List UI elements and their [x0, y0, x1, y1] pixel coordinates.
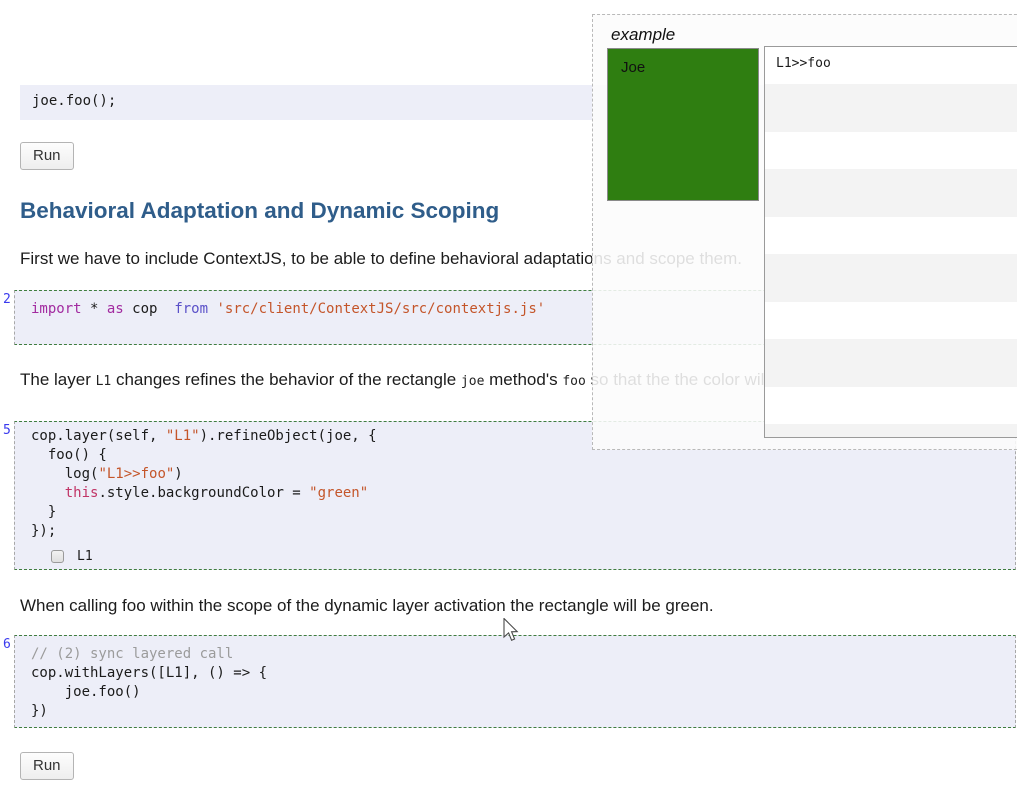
run-button-bottom[interactable]: Run [20, 752, 74, 780]
line-number: 6 [3, 637, 11, 652]
line-number: 5 [3, 423, 11, 438]
code-text[interactable]: // (2) sync layered call cop.withLayers(… [31, 645, 1015, 721]
line-number: 2 [3, 292, 11, 307]
layer-l1-label: L1 [77, 548, 93, 564]
example-window-title: example [611, 25, 676, 44]
run-button-top[interactable]: Run [20, 142, 74, 170]
example-window: example Joe L1>>foo [592, 14, 1017, 450]
mouse-cursor [503, 617, 521, 649]
layer-toggle-row: L1 [51, 547, 1015, 565]
layer-l1-checkbox[interactable] [51, 549, 64, 563]
joe-rectangle[interactable]: Joe [607, 48, 759, 201]
log-entry: L1>>foo [776, 56, 831, 71]
log-panel: L1>>foo [764, 46, 1017, 438]
paragraph-with-layers: When calling foo within the scope of the… [20, 596, 714, 615]
joe-rectangle-label: Joe [621, 59, 646, 76]
